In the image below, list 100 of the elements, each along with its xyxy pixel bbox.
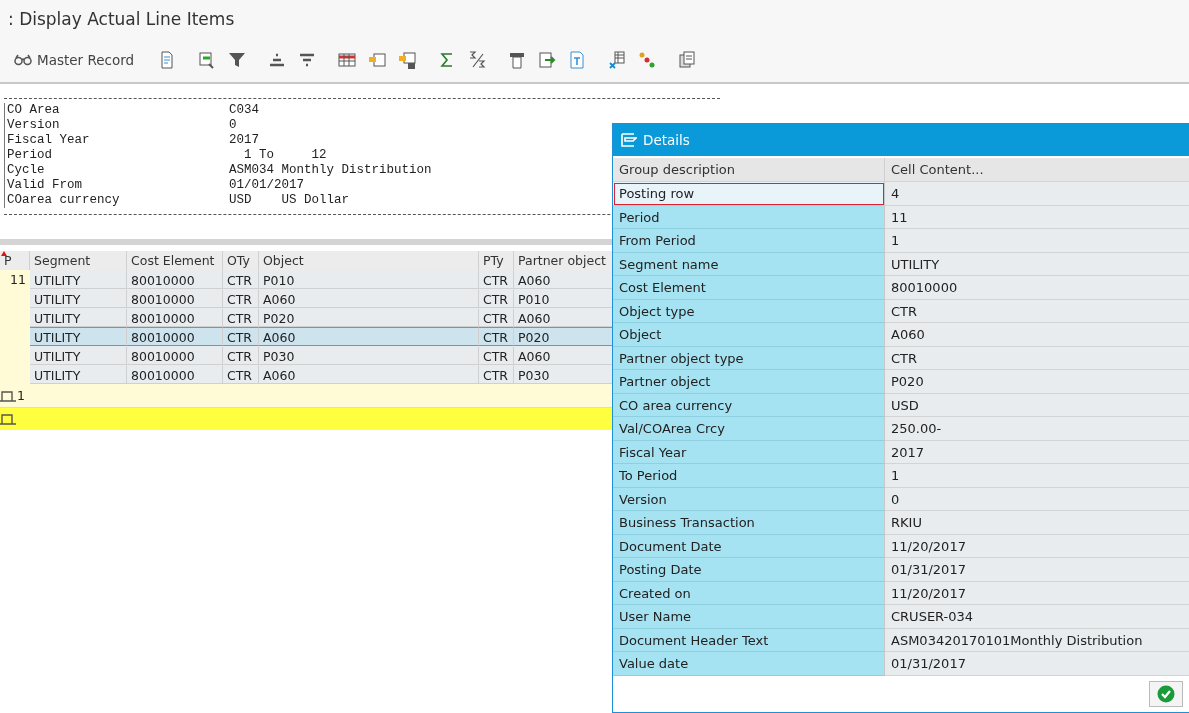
field-value: CTR	[885, 299, 1189, 323]
table-cell: CTR	[223, 346, 259, 365]
field-label[interactable]: Fiscal Year	[613, 440, 885, 464]
table-cell: CTR	[479, 327, 514, 346]
field-value: A060	[885, 323, 1189, 347]
table-cell: CTR	[223, 365, 259, 384]
table-cell: UTILITY	[30, 365, 127, 384]
table-cell: UTILITY	[30, 289, 127, 308]
field-label[interactable]: User Name	[613, 605, 885, 629]
header-label: Period	[7, 148, 52, 163]
field-value: CTR	[885, 346, 1189, 370]
column-header[interactable]: Object	[259, 251, 479, 270]
header-label: CO Area	[7, 103, 60, 118]
field-value: 11/20/2017	[885, 534, 1189, 558]
table-cell: 80010000	[127, 346, 223, 365]
table-cell: CTR	[479, 365, 514, 384]
column-header[interactable]: PTy	[479, 251, 514, 270]
column-header[interactable]: OTy	[223, 251, 259, 270]
field-value: 1	[885, 229, 1189, 253]
field-label[interactable]: Segment name	[613, 252, 885, 276]
field-label[interactable]: Cost Element	[613, 276, 885, 300]
column-header[interactable]: Cost Element	[127, 251, 223, 270]
table-cell: CTR	[479, 308, 514, 327]
field-value: UTILITY	[885, 252, 1189, 276]
field-value: P020	[885, 370, 1189, 394]
period-cell: 11	[0, 270, 30, 289]
table-cell: CTR	[479, 289, 514, 308]
column-header[interactable]: Segment	[30, 251, 127, 270]
header-label: Valid From	[7, 178, 82, 193]
field-label[interactable]: Business Transaction	[613, 511, 885, 535]
table-cell: A060	[259, 289, 479, 308]
header-label: COarea currency	[7, 193, 120, 208]
header-label: Version	[7, 118, 60, 133]
table-cell: 80010000	[127, 289, 223, 308]
master-record-button[interactable]: Master Record	[10, 46, 139, 74]
table-cell: 80010000	[127, 365, 223, 384]
field-label[interactable]: Partner object	[613, 370, 885, 394]
table-cell: UTILITY	[30, 308, 127, 327]
field-value: 01/31/2017	[885, 558, 1189, 582]
header-value: 1 To 12	[243, 148, 327, 163]
table-cell: A060	[259, 365, 479, 384]
field-label[interactable]: Partner object type	[613, 346, 885, 370]
table-cell: P020	[259, 308, 479, 327]
table-cell: UTILITY	[30, 327, 127, 346]
field-label[interactable]: Period	[613, 205, 885, 229]
field-value: CRUSER-034	[885, 605, 1189, 629]
field-value: 0	[885, 487, 1189, 511]
field-label[interactable]: Posting Date	[613, 558, 885, 582]
table-cell: P030	[259, 346, 479, 365]
header-value: USD US Dollar	[229, 193, 350, 208]
field-label[interactable]: Object type	[613, 299, 885, 323]
table-cell: CTR	[223, 327, 259, 346]
field-value: 250.00-	[885, 417, 1189, 441]
field-value: 11	[885, 205, 1189, 229]
field-value: 11/20/2017	[885, 581, 1189, 605]
field-label[interactable]: CO area currency	[613, 393, 885, 417]
field-label[interactable]: Posting row	[613, 182, 885, 206]
subtotal-text: 1	[17, 388, 25, 403]
sort-icon	[1, 251, 7, 256]
dialog-title: Details	[643, 132, 690, 148]
field-label[interactable]: Object	[613, 323, 885, 347]
field-value: 2017	[885, 440, 1189, 464]
table-cell: CTR	[223, 308, 259, 327]
field-label[interactable]: Value date	[613, 652, 885, 676]
field-label[interactable]: Version	[613, 487, 885, 511]
column-header[interactable]: Group description	[613, 158, 885, 182]
table-cell: P010	[259, 270, 479, 289]
table-cell: CTR	[223, 289, 259, 308]
dialog-icon	[621, 133, 637, 147]
column-header[interactable]: P	[0, 251, 30, 270]
header-value: ASM034 Monthly Distribution	[229, 163, 432, 178]
field-value: 4	[885, 182, 1189, 206]
field-value: RKIU	[885, 511, 1189, 535]
field-label[interactable]: Document Date	[613, 534, 885, 558]
table-cell: 80010000	[127, 327, 223, 346]
table-cell: UTILITY	[30, 270, 127, 289]
header-label: Fiscal Year	[7, 133, 90, 148]
table-cell: 80010000	[127, 308, 223, 327]
field-value: 1	[885, 464, 1189, 488]
window-title: : Display Actual Line Items	[8, 9, 235, 29]
table-cell: A060	[259, 327, 479, 346]
field-label[interactable]: Created on	[613, 581, 885, 605]
header-value: 01/01/2017	[229, 178, 304, 193]
header-value: 0	[229, 118, 237, 133]
field-label[interactable]: To Period	[613, 464, 885, 488]
table-cell: CTR	[479, 346, 514, 365]
field-label[interactable]: Val/COArea Crcy	[613, 417, 885, 441]
column-header[interactable]: Cell Content...	[885, 158, 1189, 182]
table-cell: CTR	[479, 270, 514, 289]
field-label[interactable]: Document Header Text	[613, 628, 885, 652]
field-label[interactable]: From Period	[613, 229, 885, 253]
table-cell: UTILITY	[30, 346, 127, 365]
field-value: USD	[885, 393, 1189, 417]
header-value: 2017	[229, 133, 259, 148]
table-cell: CTR	[223, 270, 259, 289]
field-value: 80010000	[885, 276, 1189, 300]
ok-button[interactable]	[1149, 681, 1183, 707]
field-value: 01/31/2017	[885, 652, 1189, 676]
table-cell: 80010000	[127, 270, 223, 289]
check-icon	[1157, 685, 1175, 703]
